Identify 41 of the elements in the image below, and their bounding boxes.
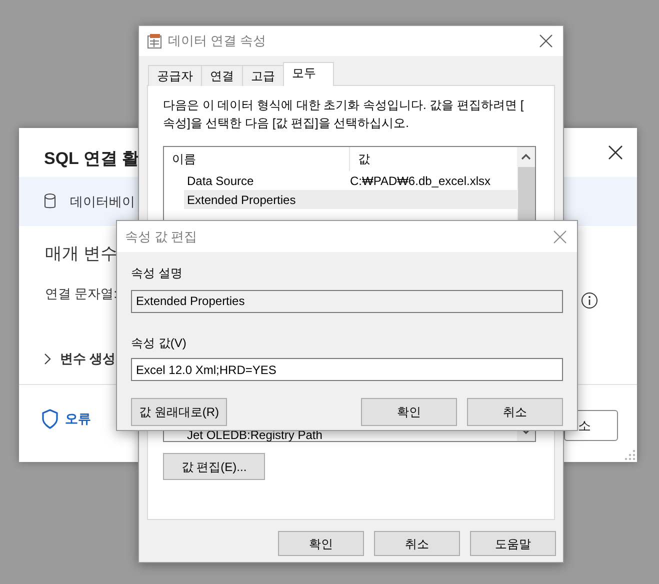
property-name: Extended Properties	[186, 192, 297, 208]
dialog-button[interactable]: 도움말	[470, 531, 556, 556]
expander-label[interactable]: 변수 생성	[60, 349, 116, 369]
scroll-up-icon[interactable]	[521, 153, 531, 161]
window-title: 속성 값 편집	[125, 228, 198, 246]
column-header[interactable]: 이름	[164, 147, 350, 171]
tab[interactable]: 연결	[201, 65, 243, 86]
dialog-button[interactable]: 취소	[467, 398, 563, 426]
edit-value-button[interactable]: 값 편집(E)...	[163, 453, 265, 480]
tab[interactable]: 모두	[283, 62, 334, 86]
dialog-title: SQL 연결 활	[44, 149, 140, 168]
field-label: 연결 문자열:	[45, 285, 118, 303]
database-label[interactable]: 데이터베이	[70, 192, 135, 212]
resize-grip-icon[interactable]	[624, 449, 636, 461]
tab[interactable]: 공급자	[148, 65, 202, 86]
info-icon	[581, 292, 598, 309]
tab[interactable]: 고급	[242, 65, 284, 86]
field-label: 속성 설명	[131, 265, 184, 282]
description-field: Extended Properties	[131, 290, 563, 313]
close-icon[interactable]	[539, 34, 553, 48]
shield-icon	[41, 409, 59, 429]
description-text: 다음은 이 데이터 형식에 대한 초기화 속성입니다. 값을 편집하려면 [ 속성]을 선택한 다음 [값 편집]을 선택하십시오.	[163, 97, 525, 132]
dialog-button[interactable]: 확인	[361, 398, 457, 426]
field-label: 속성 값(V)	[131, 335, 188, 352]
chevron-icon[interactable]	[43, 353, 52, 365]
close-icon[interactable]	[608, 145, 623, 160]
dialog-button[interactable]: 취소	[374, 531, 460, 556]
list-row[interactable]: Extended Properties	[184, 190, 517, 209]
database-icon	[44, 193, 56, 210]
value-field[interactable]: Excel 12.0 Xml;HRD=YES	[131, 358, 563, 381]
status-label[interactable]: 오류	[65, 409, 91, 429]
property-value: C:₩PAD₩6.db_excel.xlsx	[350, 172, 490, 190]
dialog-button[interactable]: 확인	[278, 531, 364, 556]
window-icon	[147, 33, 162, 49]
property-name[interactable]: Jet OLEDB:Registry Path	[184, 428, 350, 442]
list-row[interactable]: Data Source C:₩PAD₩6.db_excel.xlsx	[184, 171, 517, 190]
column-header[interactable]: 값	[350, 150, 370, 168]
property-name: Data Source	[186, 172, 255, 190]
window-title: 데이터 연결 속성	[168, 32, 266, 50]
section-title: 매개 변수	[45, 244, 118, 263]
reset-button[interactable]: 값 원래대로(R)	[131, 398, 227, 426]
